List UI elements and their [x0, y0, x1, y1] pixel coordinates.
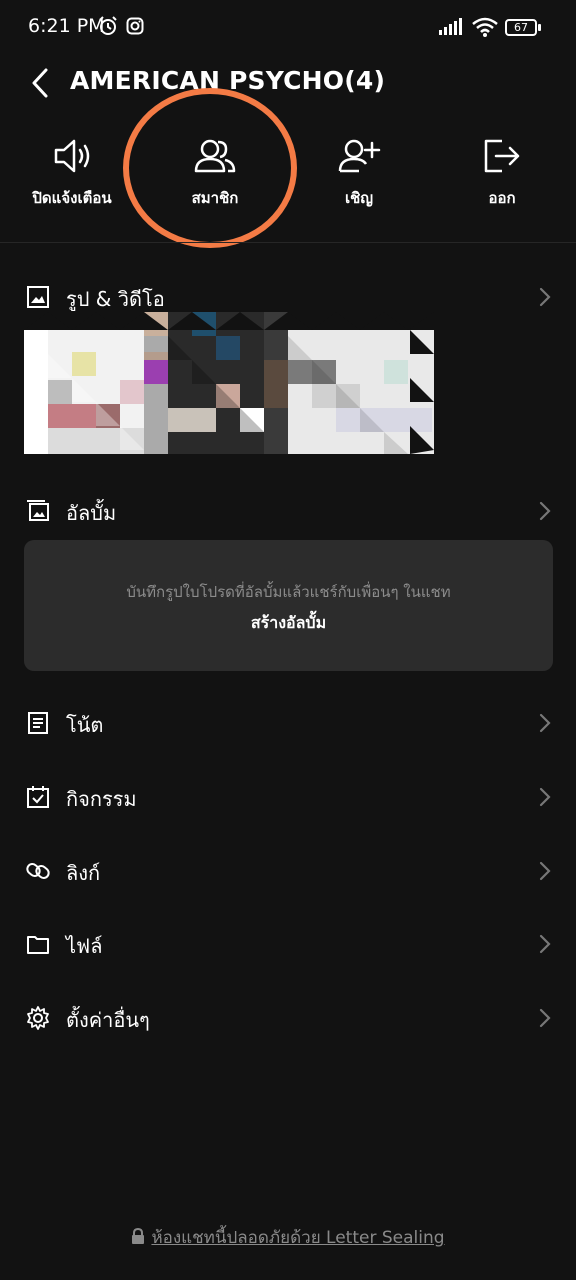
instagram-icon [126, 17, 144, 35]
create-album-button[interactable]: สร้างอัลบั้ม [24, 611, 553, 636]
letter-sealing-footer: ห้องแชทนี้ปลอดภัยด้วย Letter Sealing [0, 1224, 576, 1251]
album-label: อัลบั้ม [66, 501, 117, 525]
chevron-right-icon [539, 934, 551, 954]
speaker-icon [54, 139, 90, 173]
alarm-icon [99, 16, 117, 35]
album-card: บันทึกรูปใบโปรดที่อัลบั้มแล้วแชร์กับเพื่… [24, 540, 553, 671]
link-icon [26, 863, 50, 879]
settings-label: ตั้งค่าอื่นๆ [66, 1008, 150, 1032]
chevron-right-icon [539, 713, 551, 733]
annotation-circle [123, 88, 297, 248]
folder-icon [27, 936, 49, 954]
invite-button[interactable]: เชิญ [287, 132, 431, 222]
chevron-right-icon [539, 787, 551, 807]
note-label: โน้ต [66, 713, 104, 737]
events-label: กิจกรรม [66, 787, 137, 811]
battery-icon: 67 [505, 19, 537, 36]
status-time: 6:21 PM [28, 15, 105, 37]
back-arrow-icon[interactable] [28, 66, 58, 100]
chevron-right-icon [539, 861, 551, 881]
album-row[interactable]: อัลบั้ม [0, 485, 576, 537]
links-label: ลิงก์ [66, 861, 101, 885]
battery-level: 67 [514, 21, 528, 34]
divider [0, 242, 576, 243]
battery-tip [538, 24, 541, 31]
letter-sealing-link[interactable]: ห้องแชทนี้ปลอดภัยด้วย Letter Sealing [151, 1228, 444, 1248]
chevron-right-icon [539, 1008, 551, 1028]
gear-icon [27, 1006, 49, 1030]
wifi-icon [472, 17, 498, 37]
album-icon [27, 500, 49, 521]
leave-label: ออก [488, 189, 516, 207]
add-friend-icon [338, 139, 381, 173]
signal-icon [439, 18, 462, 35]
chevron-right-icon [539, 501, 551, 521]
media-thumbnails[interactable] [24, 312, 434, 454]
mute-notifications-button[interactable]: ปิดแจ้งเตือน [0, 132, 144, 222]
invite-label: เชิญ [344, 189, 374, 207]
image-icon [27, 286, 49, 308]
files-row[interactable]: ไฟล์ [0, 918, 576, 970]
status-bar: 6:21 PM 67 [0, 0, 576, 56]
leave-icon [484, 139, 520, 173]
events-row[interactable]: กิจกรรม [0, 771, 576, 823]
media-label: รูป & วิดีโอ [66, 287, 165, 311]
chevron-right-icon [539, 287, 551, 307]
links-row[interactable]: ลิงก์ [0, 845, 576, 897]
leave-button[interactable]: ออก [430, 132, 574, 222]
mute-label: ปิดแจ้งเตือน [32, 189, 112, 207]
settings-row[interactable]: ตั้งค่าอื่นๆ [0, 992, 576, 1044]
calendar-icon [27, 786, 49, 808]
lock-icon [132, 1227, 145, 1244]
album-hint: บันทึกรูปใบโปรดที่อัลบั้มแล้วแชร์กับเพื่… [126, 583, 451, 601]
note-icon [28, 712, 48, 734]
files-label: ไฟล์ [66, 934, 103, 958]
note-row[interactable]: โน้ต [0, 697, 576, 749]
